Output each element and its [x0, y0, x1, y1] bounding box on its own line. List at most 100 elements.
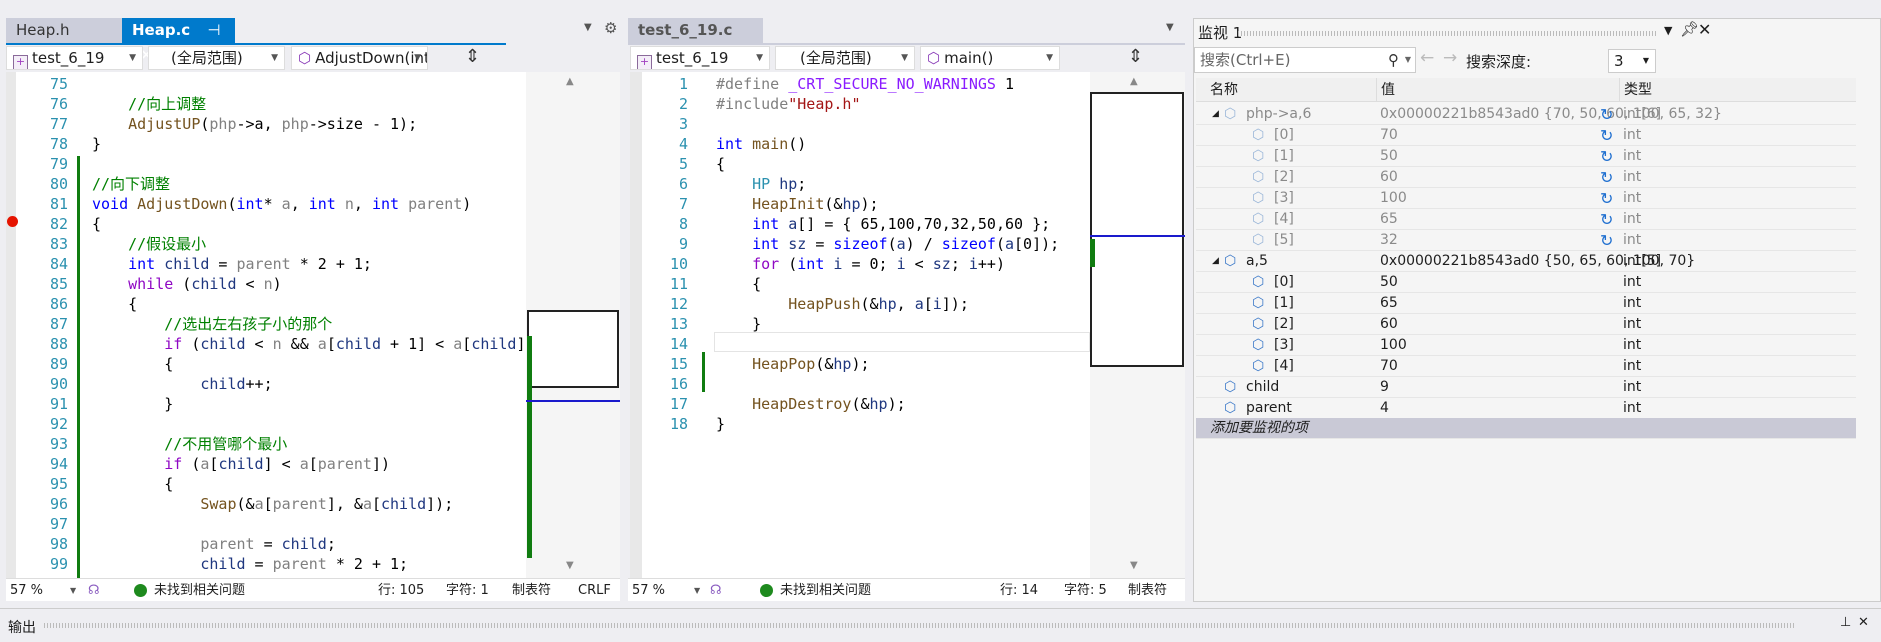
code-line[interactable]: child = parent * 2 + 1;: [92, 554, 408, 574]
watch-value[interactable]: 60: [1380, 167, 1398, 188]
code-line[interactable]: int a[] = { 65,100,70,32,50,60 };: [716, 214, 1050, 234]
watch-name[interactable]: [3]: [1274, 335, 1294, 356]
code-line[interactable]: int sz = sizeof(a) / sizeof(a[0]);: [716, 234, 1059, 254]
code-line[interactable]: {: [92, 214, 101, 234]
watch-row[interactable]: ⬡ [1] 50 ↻ int: [1196, 146, 1856, 167]
watch-value[interactable]: 70: [1380, 125, 1398, 146]
refresh-icon[interactable]: ↻: [1600, 230, 1613, 251]
split-editor-icon[interactable]: ⇕: [1128, 46, 1143, 67]
refresh-icon[interactable]: ↻: [1600, 188, 1613, 209]
tab-list-dropdown-icon[interactable]: ▼: [584, 22, 592, 33]
scroll-up-icon[interactable]: ▲: [566, 76, 574, 87]
tabs-indicator[interactable]: 制表符: [1128, 579, 1167, 602]
code-line[interactable]: if (a[child] < a[parent]): [92, 454, 390, 474]
line-indicator[interactable]: 行: 14: [1000, 579, 1038, 602]
gear-icon[interactable]: ⚙: [604, 19, 617, 37]
watch-row[interactable]: ⬡ [4] 70 int: [1196, 356, 1856, 377]
chevron-down-icon[interactable]: ▼: [70, 579, 76, 602]
watch-row[interactable]: ⬡ [4] 65 ↻ int: [1196, 209, 1856, 230]
code-line[interactable]: }: [716, 314, 761, 334]
watch-row[interactable]: ⬡ [2] 60 int: [1196, 314, 1856, 335]
watch-value[interactable]: 65: [1380, 209, 1398, 230]
code-line[interactable]: {: [92, 474, 173, 494]
issues-status[interactable]: 未找到相关问题: [154, 579, 245, 602]
code-line[interactable]: HeapPush(&hp, a[i]);: [716, 294, 969, 314]
watch-row[interactable]: ⬡ [3] 100 int: [1196, 335, 1856, 356]
code-line[interactable]: }: [716, 414, 725, 434]
split-editor-icon[interactable]: ⇕: [465, 46, 480, 67]
watch-name[interactable]: [3]: [1274, 188, 1294, 209]
refresh-icon[interactable]: ↻: [1600, 146, 1613, 167]
watch-value[interactable]: 65: [1380, 293, 1398, 314]
scope-dropdown[interactable]: (全局范围) ▼: [148, 46, 285, 70]
minimap-right[interactable]: ▲ ▼: [1090, 72, 1185, 578]
code-line[interactable]: //向下调整: [92, 174, 170, 194]
code-editor-left[interactable]: 75 76 //向上调整 77 AdjustUP(php->a, php->size…: [6, 72, 526, 578]
scope-dropdown[interactable]: (全局范围) ▼: [775, 46, 915, 70]
code-line[interactable]: if (child < n && a[child + 1] < a[child]: [92, 334, 525, 354]
chevron-down-icon[interactable]: ▼: [694, 579, 700, 602]
project-dropdown[interactable]: + test_6_19 ▼: [630, 46, 770, 70]
watch-row[interactable]: ⬡ [0] 70 ↻ int: [1196, 125, 1856, 146]
minimap-viewport[interactable]: [1090, 92, 1184, 367]
code-editor-right[interactable]: 1 #define _CRT_SECURE_NO_WARNINGS 1 2 #incl…: [630, 72, 1090, 578]
watch-row[interactable]: ⬡ [0] 50 int: [1196, 272, 1856, 293]
window-menu-icon[interactable]: ▼: [1664, 24, 1672, 37]
tab-heap-c[interactable]: Heap.c ⊣ ✕: [122, 18, 235, 64]
watch-value[interactable]: 0x00000221b8543ad0 {70, 50, 60, 100, 65,…: [1380, 104, 1722, 125]
refresh-icon[interactable]: ↻: [1600, 125, 1613, 146]
watch-name[interactable]: parent: [1246, 398, 1292, 419]
watch-name[interactable]: [2]: [1274, 167, 1294, 188]
watch-row[interactable]: ⬡ [5] 32 ↻ int: [1196, 230, 1856, 251]
code-line[interactable]: //选出左右孩子小的那个: [92, 314, 332, 334]
issues-status[interactable]: 未找到相关问题: [780, 579, 871, 602]
zoom-dropdown[interactable]: 57 %: [632, 579, 665, 602]
title-grip[interactable]: [44, 623, 1794, 628]
watch-name[interactable]: [4]: [1274, 209, 1294, 230]
search-icon[interactable]: ⚲: [1388, 48, 1399, 72]
refresh-icon[interactable]: ↻: [1600, 209, 1613, 230]
code-line[interactable]: void AdjustDown(int* a, int n, int paren…: [92, 194, 471, 214]
collapse-triangle-icon[interactable]: ◢: [1212, 251, 1219, 272]
watch-search-input[interactable]: 搜索(Ctrl+E) ⚲ ▼: [1194, 47, 1416, 73]
watch-row[interactable]: ⬡ [3] 100 ↻ int: [1196, 188, 1856, 209]
watch-name[interactable]: [0]: [1274, 272, 1294, 293]
watch-name[interactable]: [0]: [1274, 125, 1294, 146]
tab-heap-h[interactable]: Heap.h: [6, 18, 122, 43]
code-line[interactable]: #include"Heap.h": [716, 94, 861, 114]
code-line[interactable]: //不用管哪个最小: [92, 434, 287, 454]
title-grip[interactable]: [1238, 31, 1658, 36]
code-line[interactable]: HeapDestroy(&hp);: [716, 394, 906, 414]
refresh-icon[interactable]: ↻: [1600, 104, 1613, 125]
breakpoint-margin[interactable]: [6, 72, 16, 578]
breakpoint-icon[interactable]: [7, 216, 18, 227]
add-watch-row[interactable]: 添加要监视的项: [1196, 418, 1856, 439]
code-line[interactable]: while (child < n): [92, 274, 282, 294]
scroll-down-icon[interactable]: ▼: [566, 560, 574, 571]
scroll-up-icon[interactable]: ▲: [1130, 76, 1138, 87]
code-line[interactable]: {: [92, 354, 173, 374]
copilot-icon[interactable]: ☊: [88, 579, 100, 602]
watch-name[interactable]: child: [1246, 377, 1279, 398]
code-line[interactable]: {: [716, 274, 761, 294]
depth-dropdown[interactable]: 3 ▼: [1608, 49, 1656, 73]
scroll-down-icon[interactable]: ▼: [1130, 560, 1138, 571]
watch-name[interactable]: a,5: [1246, 251, 1268, 272]
forward-arrow-icon[interactable]: →: [1443, 48, 1457, 68]
line-indicator[interactable]: 行: 105: [378, 579, 424, 602]
project-dropdown[interactable]: + test_6_19 ▼: [6, 46, 143, 70]
watch-row[interactable]: ◢ ⬡ a,5 0x00000221b8543ad0 {50, 65, 60, 100…: [1196, 251, 1856, 272]
watch-row[interactable]: ⬡ [2] 60 ↻ int: [1196, 167, 1856, 188]
tab-list-dropdown-icon[interactable]: ▼: [1166, 22, 1174, 33]
watch-name[interactable]: php->a,6: [1246, 104, 1311, 125]
member-dropdown[interactable]: ⬡ main() ▼: [920, 46, 1060, 70]
member-dropdown[interactable]: ⬡AdjustDown(int *▼: [291, 46, 428, 70]
breakpoint-margin[interactable]: [630, 72, 642, 578]
watch-row[interactable]: ◢ ⬡ php->a,6 0x00000221b8543ad0 {70, 50, 60…: [1196, 104, 1856, 125]
pin-icon[interactable]: ⊥: [1840, 615, 1851, 630]
code-line[interactable]: {: [92, 294, 137, 314]
close-icon[interactable]: ✕: [1858, 615, 1869, 630]
watch-row[interactable]: ⬡ [1] 65 int: [1196, 293, 1856, 314]
watch-name[interactable]: [5]: [1274, 230, 1294, 251]
watch-name[interactable]: [1]: [1274, 293, 1294, 314]
